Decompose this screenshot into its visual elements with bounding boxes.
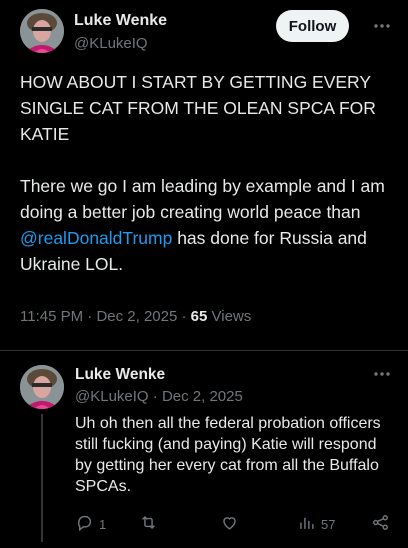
reply-text: Uh oh then all the federal probation off… xyxy=(75,415,381,495)
repost-button[interactable] xyxy=(139,512,163,536)
reply-author-handle[interactable]: @KLukeIQ xyxy=(75,388,149,405)
like-button[interactable] xyxy=(220,512,244,536)
meta-separator: · xyxy=(181,308,187,325)
reply-icon xyxy=(75,513,94,535)
more-icon[interactable] xyxy=(372,364,392,384)
reply-author-name[interactable]: Luke Wenke xyxy=(75,366,165,384)
action-bar: 1 57 xyxy=(75,512,392,536)
heart-icon xyxy=(220,513,239,535)
views-count: 65 xyxy=(190,308,208,325)
mention-link[interactable]: @realDonaldTrump xyxy=(20,228,172,248)
author-name[interactable]: Luke Wenke xyxy=(74,12,167,30)
divider xyxy=(0,350,408,351)
views-label: Views xyxy=(211,308,252,325)
avatar[interactable] xyxy=(20,9,64,53)
reply-handle-line: @KLukeIQ · Dec 2, 2025 xyxy=(75,388,243,405)
reply-date[interactable]: Dec 2, 2025 xyxy=(162,388,243,405)
tweet-header: Luke Wenke @KLukeIQ Follow xyxy=(20,8,392,58)
reply-button[interactable]: 1 xyxy=(75,512,106,536)
thread-line xyxy=(41,414,43,542)
tweet-time[interactable]: 11:45 PM xyxy=(20,308,83,325)
follow-button[interactable]: Follow xyxy=(276,10,349,42)
share-button[interactable] xyxy=(371,512,390,536)
views-icon xyxy=(297,513,316,535)
views-button[interactable]: 57 xyxy=(297,512,335,536)
share-icon xyxy=(371,513,390,535)
repost-icon xyxy=(139,513,158,535)
tweet-text: HOW ABOUT I START BY GETTING EVERY SINGL… xyxy=(20,69,394,277)
tweet-text-part1: HOW ABOUT I START BY GETTING EVERY SINGL… xyxy=(20,72,385,222)
reply-count: 1 xyxy=(99,516,107,532)
avatar[interactable] xyxy=(20,365,64,409)
reply-views-count: 57 xyxy=(321,516,336,532)
author-handle[interactable]: @KLukeIQ xyxy=(74,35,148,52)
reply-tweet[interactable]: Luke Wenke @KLukeIQ · Dec 2, 2025 Uh oh … xyxy=(20,360,392,546)
tweet-meta: 11:45 PM · Dec 2, 2025 · 65 Views xyxy=(20,308,251,325)
tweet-date[interactable]: Dec 2, 2025 xyxy=(96,308,177,325)
meta-separator: · xyxy=(152,388,158,405)
more-icon[interactable] xyxy=(372,16,392,36)
meta-separator: · xyxy=(87,308,93,325)
tweet-page: Luke Wenke @KLukeIQ Follow HOW ABOUT I S… xyxy=(0,0,408,548)
